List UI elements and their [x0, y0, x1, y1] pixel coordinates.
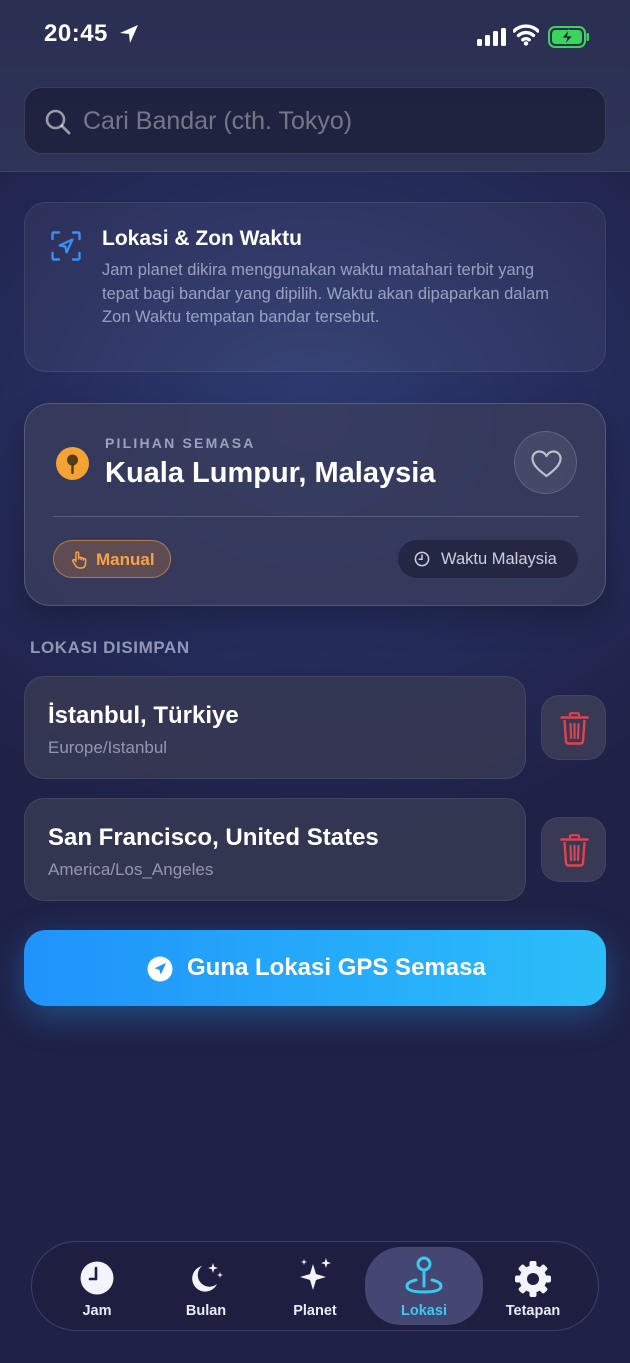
- trash-icon: [560, 834, 589, 867]
- heart-icon: [531, 450, 562, 478]
- search-bar[interactable]: [24, 87, 606, 154]
- timezone-label: Waktu Malaysia: [441, 550, 557, 568]
- saved-city: San Francisco, United States: [48, 824, 379, 851]
- saved-city: İstanbul, Türkiye: [48, 702, 239, 729]
- map-pin-icon: [56, 447, 89, 480]
- tab-planet[interactable]: Planet: [256, 1247, 374, 1325]
- battery-charging-icon: [548, 26, 590, 53]
- status-bar: 20:45: [0, 18, 630, 54]
- use-gps-location-label: Guna Lokasi GPS Semasa: [187, 954, 486, 981]
- location-arrow-icon: [119, 24, 139, 49]
- search-input[interactable]: [83, 98, 583, 144]
- saved-timezone: Europe/Istanbul: [48, 738, 168, 757]
- current-city: Kuala Lumpur, Malaysia: [105, 457, 436, 489]
- gear-icon: [474, 1260, 592, 1297]
- info-title: Lokasi & Zon Waktu: [102, 227, 302, 250]
- saved-locations-heading: LOKASI DISIMPAN: [30, 638, 190, 657]
- tab-label: Bulan: [185, 1303, 227, 1319]
- status-time: 20:45: [44, 20, 108, 47]
- hand-tap-icon: [71, 551, 87, 569]
- use-gps-location-button[interactable]: Guna Lokasi GPS Semasa: [24, 930, 606, 1006]
- wifi-icon: [512, 24, 540, 51]
- info-description: Jam planet dikira menggunakan waktu mata…: [102, 261, 550, 326]
- moon-stars-icon: [147, 1260, 265, 1296]
- delete-button[interactable]: [541, 695, 606, 760]
- delete-button[interactable]: [541, 817, 606, 882]
- tab-label: Jam: [82, 1303, 112, 1319]
- top-bar: 20:45: [0, 0, 630, 172]
- saved-location-item[interactable]: İstanbul, Türkiye Europe/Istanbul: [24, 676, 526, 779]
- clock-icon: [414, 551, 430, 567]
- tab-label: Tetapan: [505, 1303, 561, 1319]
- sparkles-icon: [256, 1258, 374, 1296]
- map-pin-icon: [365, 1256, 483, 1296]
- card-divider: [53, 516, 579, 517]
- tab-label: Planet: [293, 1303, 337, 1319]
- cellular-signal-icon: [477, 28, 507, 51]
- navigation-arrow-icon: [147, 956, 173, 982]
- clock-icon: [38, 1260, 156, 1296]
- current-location-card: PILIHAN SEMASA Kuala Lumpur, Malaysia Ma…: [24, 403, 606, 606]
- location-target-icon: [51, 231, 81, 266]
- trash-icon: [560, 712, 589, 745]
- tab-bar: Jam Bulan Planet Lokasi Tetapan: [31, 1241, 599, 1331]
- saved-timezone: America/Los_Angeles: [48, 860, 214, 879]
- tab-jam[interactable]: Jam: [38, 1247, 156, 1325]
- tab-lokasi[interactable]: Lokasi: [365, 1247, 483, 1325]
- manual-mode-label: Manual: [96, 550, 155, 569]
- saved-location-item[interactable]: San Francisco, United States America/Los…: [24, 798, 526, 901]
- tab-bulan[interactable]: Bulan: [147, 1247, 265, 1325]
- manual-mode-badge: Manual: [53, 540, 171, 578]
- current-selection-label: PILIHAN SEMASA: [105, 435, 256, 451]
- search-icon: [45, 109, 71, 140]
- tab-label: Lokasi: [401, 1303, 447, 1319]
- tab-tetapan[interactable]: Tetapan: [474, 1247, 592, 1325]
- info-card: Lokasi & Zon Waktu Jam planet dikira men…: [24, 202, 606, 372]
- timezone-badge: Waktu Malaysia: [398, 540, 578, 578]
- favorite-button[interactable]: [514, 431, 577, 494]
